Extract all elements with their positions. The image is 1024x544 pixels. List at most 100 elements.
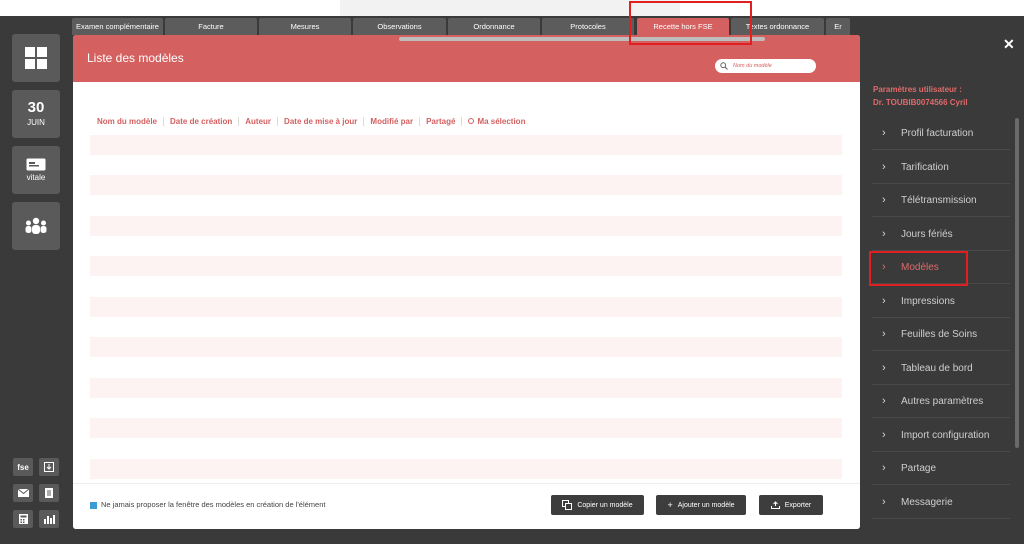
highlight-recette-tab [629,1,752,45]
table-row[interactable] [90,216,842,236]
export-icon [770,501,780,509]
never-show-checkbox[interactable] [90,502,97,509]
menu-item-label: Messagerie [901,496,953,508]
chevron-right-icon: › [882,429,886,441]
stats-button[interactable] [39,510,59,528]
add-model-label: Ajouter un modèle [677,501,735,509]
window-top-bar [0,0,1024,16]
menu-item-tarification[interactable]: › Tarification [872,151,1010,184]
column-date-de-creation[interactable]: Date de création [170,117,232,126]
copy-model-button[interactable]: Copier un modèle [551,495,644,515]
chevron-right-icon: › [882,362,886,374]
table-header: Nom du modèle Date de création Auteur Da… [97,115,525,127]
dashboard-button[interactable] [12,34,60,82]
fse-label: fse [17,462,29,472]
tab-overflow[interactable]: Er [826,18,850,35]
panel-title-line1: Paramètres utilisateur : [873,85,962,94]
chevron-right-icon: › [882,194,886,206]
date-day: 30 [27,99,45,116]
mail-icon [17,489,29,497]
modal-title: Liste des modèles [87,51,184,65]
column-partage[interactable]: Partagé [426,117,455,126]
table-row[interactable] [90,418,842,438]
models-modal: Liste des modèles Nom du modèle Nom du m… [73,35,860,529]
chevron-right-icon: › [882,496,886,508]
table-row[interactable] [90,297,842,317]
menu-item-teletransmission[interactable]: › Télétransmission [872,184,1010,217]
chevron-right-icon: › [882,328,886,340]
radio-icon [468,118,475,125]
menu-item-label: Profil facturation [901,127,974,139]
menu-item-autres-parametres[interactable]: › Autres paramètres [872,385,1010,418]
close-icon[interactable]: ✕ [1003,36,1015,53]
menu-item-messagerie[interactable]: › Messagerie [872,486,1010,519]
download-button[interactable] [39,458,59,476]
tab-protocoles[interactable]: Protocoles [542,18,634,35]
table-row[interactable] [90,175,842,195]
tab-facture[interactable]: Facture [165,18,257,35]
calendar-button[interactable]: 30 JUIN [12,90,60,138]
vitale-label: vitale [26,172,46,182]
export-button[interactable]: Exporter [759,495,823,515]
chevron-right-icon: › [882,395,886,407]
menu-item-label: Autres paramètres [901,395,984,407]
document-button[interactable] [39,484,59,502]
column-auteur[interactable]: Auteur [245,117,271,126]
tab-mesures[interactable]: Mesures [259,18,351,35]
menu-item-tableau-de-bord[interactable]: › Tableau de bord [872,352,1010,385]
mail-button[interactable] [13,484,33,502]
menu-item-label: Tableau de bord [901,362,973,374]
users-icon [25,217,47,234]
table-row[interactable] [90,378,842,398]
highlight-modeles-item [869,251,968,286]
menu-item-label: Partage [901,462,937,474]
search-icon [720,62,728,70]
tab-examen-complementaire[interactable]: Examen complémentaire [72,18,163,35]
copy-model-label: Copier un modèle [577,501,633,509]
plus-icon: + [667,500,673,510]
chevron-right-icon: › [882,295,886,307]
chevron-right-icon: › [882,161,886,173]
fse-button[interactable]: fse [13,458,33,476]
document-icon [45,488,53,498]
menu-item-label: Feuilles de Soins [901,328,978,340]
panel-scrollbar[interactable] [1015,118,1019,448]
menu-item-import-configuration[interactable]: › Import configuration [872,419,1010,452]
table-row[interactable] [90,459,842,479]
tab-observations[interactable]: Observations [353,18,446,35]
copy-icon [562,500,573,510]
column-ma-selection[interactable]: Ma sélection [468,117,525,126]
menu-item-label: Télétransmission [901,194,977,206]
column-nom-du-modele[interactable]: Nom du modèle [97,117,157,126]
chevron-right-icon: › [882,127,886,139]
vitale-button[interactable]: vitale [12,146,60,194]
left-sidebar: 30 JUIN vitale fse [0,16,72,544]
date-month: JUIN [27,118,45,127]
menu-item-jours-feries[interactable]: › Jours fériés [872,218,1010,251]
table-row[interactable] [90,256,842,276]
chevron-right-icon: › [882,462,886,474]
calculator-button[interactable] [13,510,33,528]
panel-title: Paramètres utilisateur : Dr. TOUBIB00745… [873,83,968,109]
table-row[interactable] [90,337,842,357]
menu-item-partage[interactable]: › Partage [872,452,1010,485]
calculator-icon [18,514,28,524]
menu-item-feuilles-de-soins[interactable]: › Feuilles de Soins [872,318,1010,351]
never-show-label: Ne jamais proposer la fenêtre des modèle… [101,500,326,509]
search-input[interactable]: Nom du modèle [715,59,816,73]
add-model-button[interactable]: + Ajouter un modèle [656,495,746,515]
menu-item-profil-facturation[interactable]: › Profil facturation [872,117,1010,150]
table-row[interactable] [90,135,842,155]
menu-item-label: Import configuration [901,429,990,441]
menu-item-impressions[interactable]: › Impressions [872,285,1010,318]
menu-item-label: Impressions [901,295,955,307]
tab-ordonnance[interactable]: Ordonnance [448,18,540,35]
patients-button[interactable] [12,202,60,250]
bar-chart-icon [43,514,55,524]
menu-item-label: Jours fériés [901,228,953,240]
column-modifie-par[interactable]: Modifié par [370,117,413,126]
column-date-de-mise-a-jour[interactable]: Date de mise à jour [284,117,357,126]
menu-item-label: Tarification [901,161,949,173]
grid-icon [25,47,47,69]
export-label: Exporter [784,501,812,509]
